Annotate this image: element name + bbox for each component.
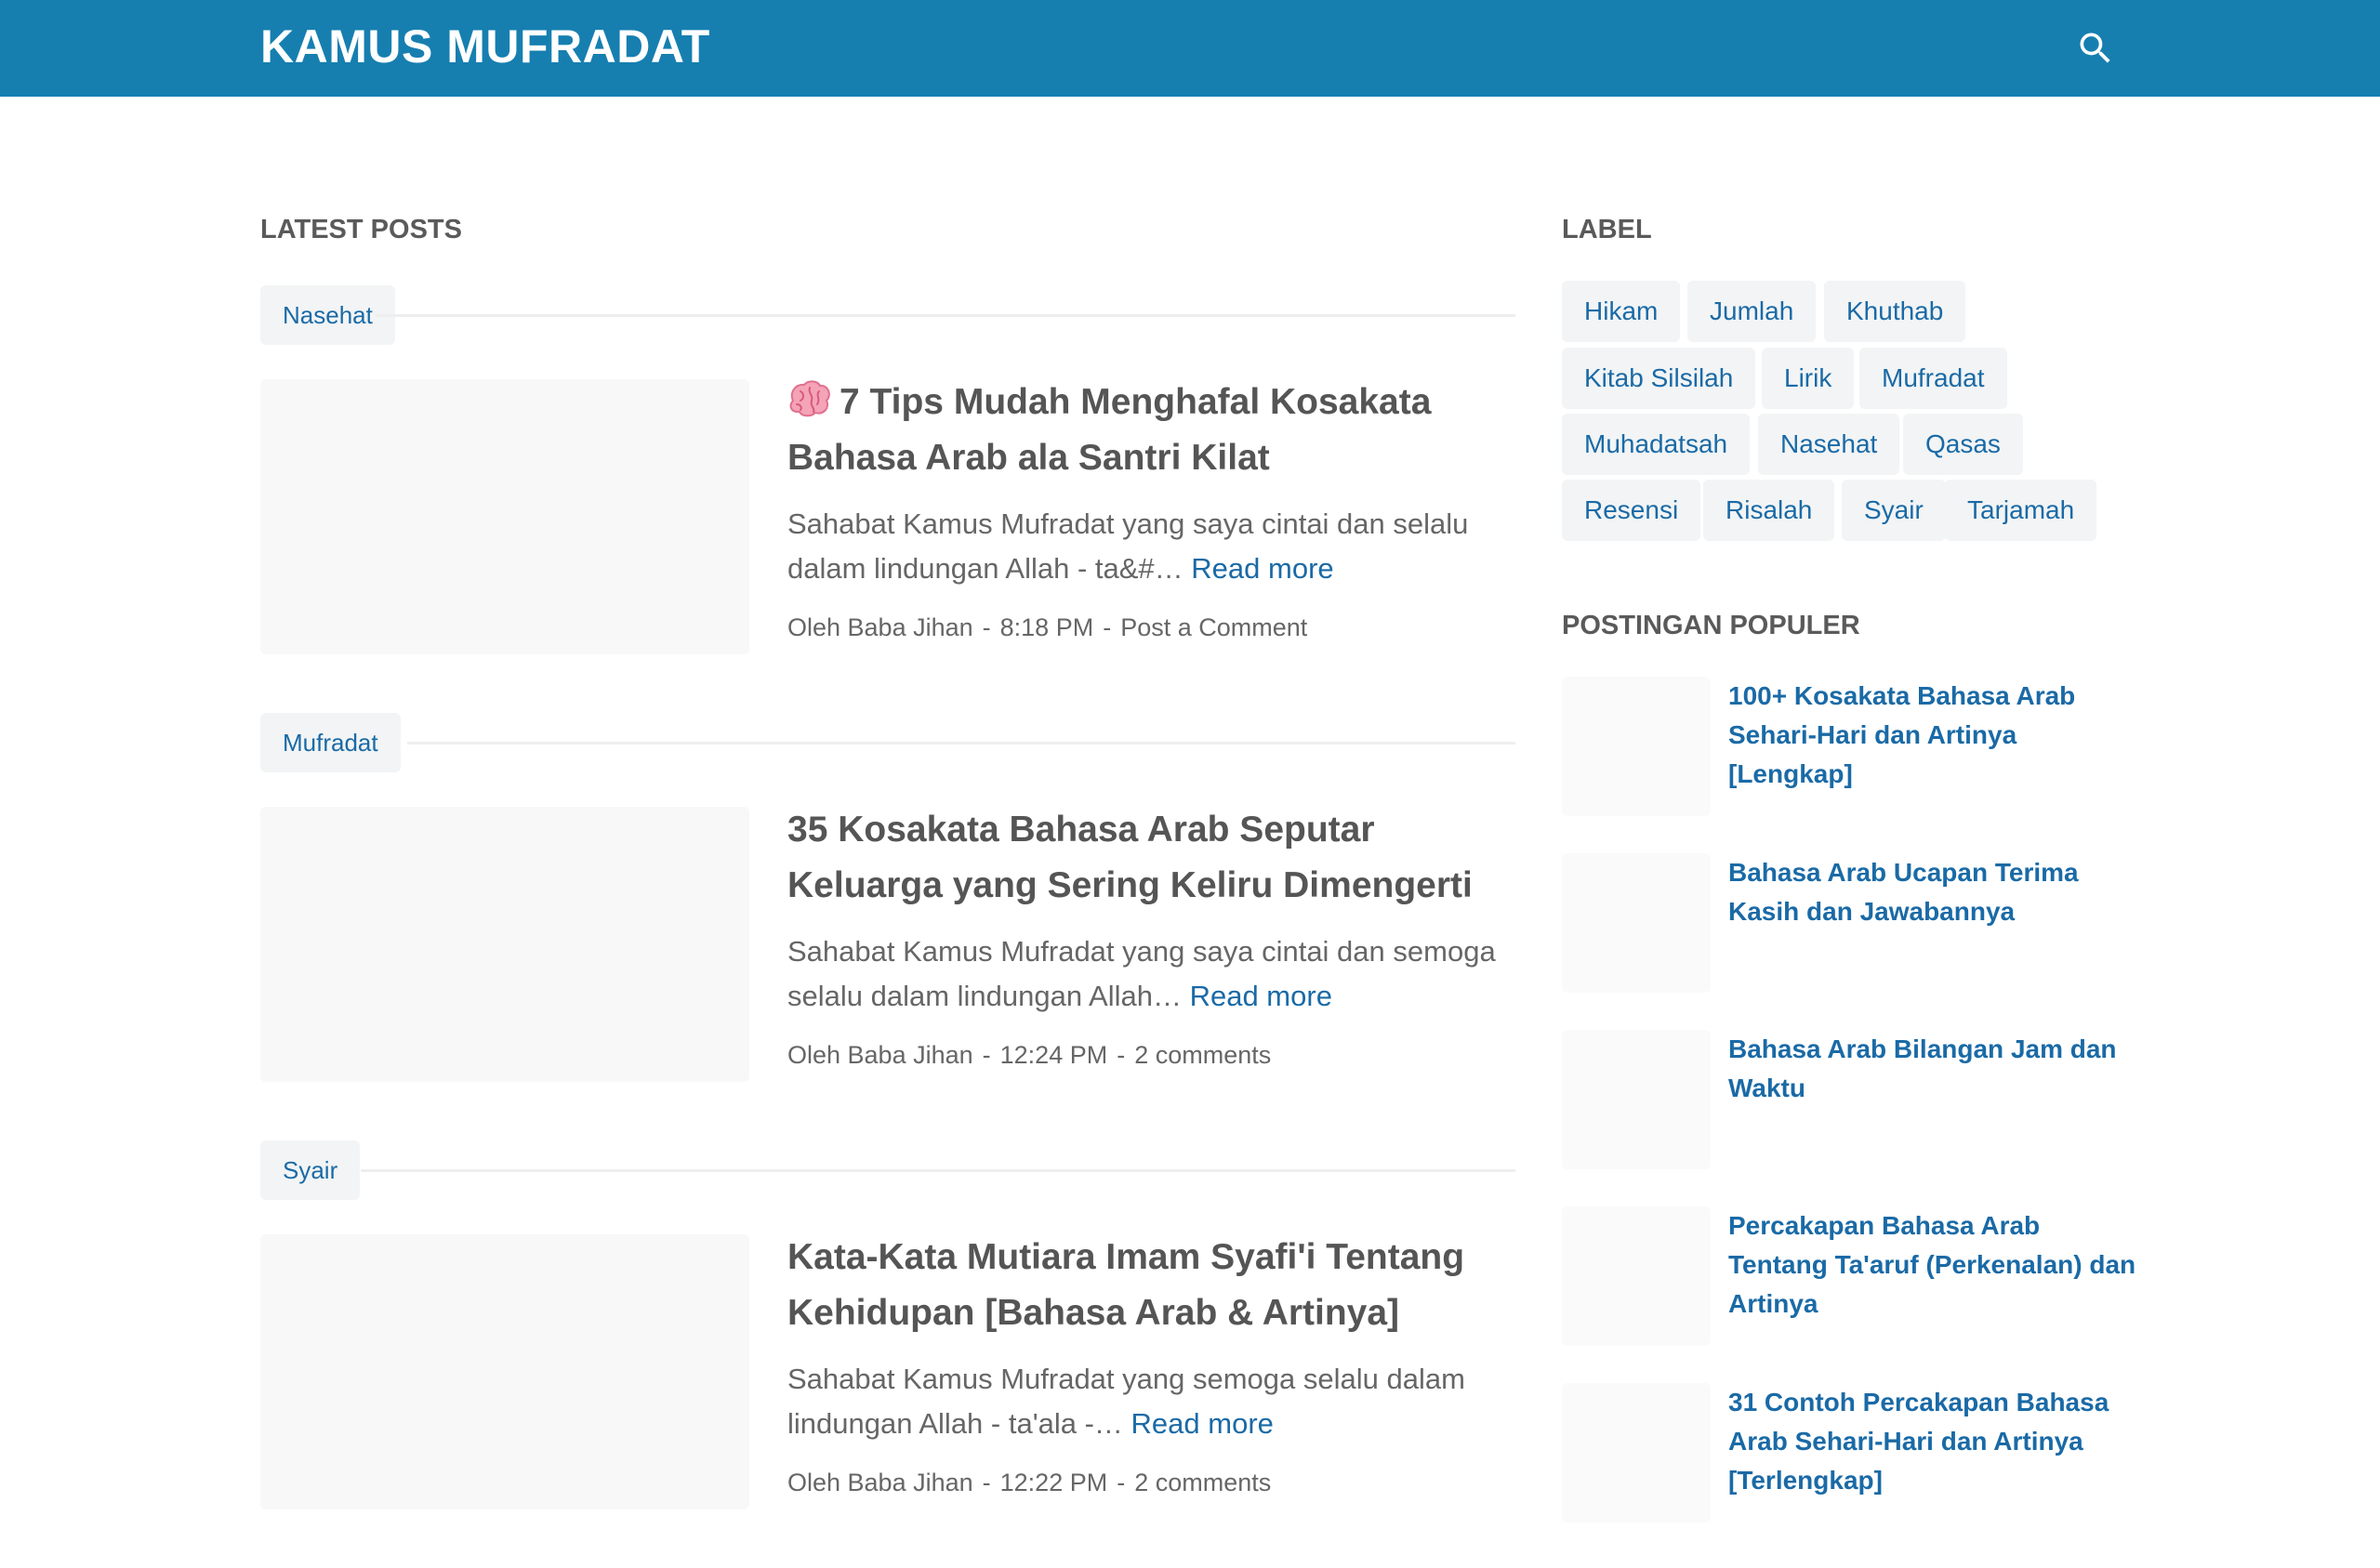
popular-post-item: 31 Contoh Percakapan Bahasa Arab Sehari-… — [1562, 1383, 2120, 1541]
post-snippet-text: Sahabat Kamus Mufradat yang saya cintai … — [787, 935, 1496, 1012]
post-title[interactable]: 7 Tips Mudah Menghafal Kosakata Bahasa A… — [787, 375, 1522, 486]
search-button[interactable] — [2075, 28, 2116, 69]
post-title-text[interactable]: 7 Tips Mudah Menghafal Kosakata Bahasa A… — [787, 382, 1431, 478]
post-meta: Oleh Baba Jihan -12:24 PM -2 comments — [787, 1036, 1522, 1074]
divider-line — [376, 314, 1515, 317]
label-tag-jumlah[interactable]: Jumlah — [1687, 281, 1817, 342]
label-tag-nasehat[interactable]: Nasehat — [1758, 414, 1900, 475]
popular-post-title[interactable]: Percakapan Bahasa Arab Tentang Ta'aruf (… — [1728, 1206, 2137, 1324]
post-comments-link[interactable]: Post a Comment — [1120, 613, 1307, 641]
label-tag-khuthab[interactable]: Khuthab — [1824, 281, 1966, 342]
popular-post-thumbnail[interactable] — [1562, 853, 1711, 993]
label-tag-risalah[interactable]: Risalah — [1703, 480, 1835, 541]
post-label-row: Nasehat — [260, 285, 1515, 345]
label-tag-qasas[interactable]: Qasas — [1903, 414, 2023, 475]
post-thumbnail[interactable] — [260, 1234, 749, 1509]
meta-separator: - — [982, 1469, 991, 1496]
post-thumbnail[interactable] — [260, 379, 749, 654]
post-label-mufradat[interactable]: Mufradat — [260, 713, 401, 772]
popular-post-thumbnail[interactable] — [1562, 1383, 1711, 1522]
post-title[interactable]: Kata-Kata Mutiara Imam Syafi'i Tentang K… — [787, 1230, 1522, 1341]
post-comments-link[interactable]: 2 comments — [1134, 1469, 1271, 1496]
post-label-row: Mufradat — [260, 713, 1515, 772]
post-label-row: Syair — [260, 1140, 1515, 1200]
popular-post-title[interactable]: 31 Contoh Percakapan Bahasa Arab Sehari-… — [1728, 1383, 2137, 1500]
label-tag-resensi[interactable]: Resensi — [1562, 480, 1701, 541]
label-tag-tarjamah[interactable]: Tarjamah — [1945, 480, 2097, 541]
post-title[interactable]: 35 Kosakata Bahasa Arab Seputar Keluarga… — [787, 802, 1522, 914]
post-thumbnail[interactable] — [260, 807, 749, 1082]
post-author[interactable]: Oleh Baba Jihan — [787, 1469, 973, 1496]
site-title[interactable]: KAMUS MUFRADAT — [260, 20, 710, 72]
post-time[interactable]: 12:24 PM — [1000, 1041, 1108, 1069]
label-tag-mufradat[interactable]: Mufradat — [1859, 348, 2007, 409]
popular-post-item: Percakapan Bahasa Arab Tentang Ta'aruf (… — [1562, 1206, 2135, 1364]
post-item: Mufradat 35 Kosakata Bahasa Arab Seputar… — [260, 713, 1515, 1140]
post-snippet: Sahabat Kamus Mufradat yang saya cintai … — [787, 502, 1522, 591]
divider-line — [361, 1169, 1515, 1172]
popular-post-item: Bahasa Arab Ucapan Terima Kasih dan Jawa… — [1562, 853, 2120, 1011]
post-meta: Oleh Baba Jihan -12:22 PM -2 comments — [787, 1464, 1522, 1501]
post-snippet-text: Sahabat Kamus Mufradat yang semoga selal… — [787, 1363, 1465, 1440]
post-snippet: Sahabat Kamus Mufradat yang saya cintai … — [787, 929, 1522, 1019]
popular-post-thumbnail[interactable] — [1562, 677, 1711, 816]
popular-post-item: 100+ Kosakata Bahasa Arab Sehari-Hari da… — [1562, 677, 2120, 835]
popular-post-item: Bahasa Arab Bilangan Jam dan Waktu — [1562, 1030, 2120, 1188]
read-more-link[interactable]: Read more — [1131, 1407, 1274, 1440]
meta-separator: - — [1117, 1041, 1126, 1069]
meta-separator: - — [982, 613, 991, 641]
post-comments-link[interactable]: 2 comments — [1134, 1041, 1271, 1069]
post-snippet-text: Sahabat Kamus Mufradat yang saya cintai … — [787, 507, 1469, 585]
meta-separator: - — [1103, 613, 1112, 641]
popular-post-title[interactable]: 100+ Kosakata Bahasa Arab Sehari-Hari da… — [1728, 677, 2137, 794]
post-item: Syair Kata-Kata Mutiara Imam Syafi'i Ten… — [260, 1140, 1515, 1568]
label-tag-lirik[interactable]: Lirik — [1762, 348, 1855, 409]
top-header-bar: KAMUS MUFRADAT — [0, 0, 2380, 97]
latest-posts-heading: LATEST POSTS — [260, 215, 462, 244]
label-tag-syair[interactable]: Syair — [1842, 480, 1946, 541]
post-time[interactable]: 12:22 PM — [1000, 1469, 1108, 1496]
popular-post-title[interactable]: Bahasa Arab Bilangan Jam dan Waktu — [1728, 1030, 2137, 1108]
label-widget-heading: LABEL — [1562, 215, 1652, 244]
divider-line — [407, 742, 1515, 744]
label-tag-muhadatsah[interactable]: Muhadatsah — [1562, 414, 1751, 475]
read-more-link[interactable]: Read more — [1191, 552, 1333, 585]
post-label-syair[interactable]: Syair — [260, 1140, 361, 1200]
popular-post-title[interactable]: Bahasa Arab Ucapan Terima Kasih dan Jawa… — [1728, 853, 2137, 931]
post-author[interactable]: Oleh Baba Jihan — [787, 613, 973, 641]
meta-separator: - — [1117, 1469, 1126, 1496]
brain-emoji-icon — [789, 380, 830, 417]
label-tag-kitab-silsilah[interactable]: Kitab Silsilah — [1562, 348, 1756, 409]
label-tag-hikam[interactable]: Hikam — [1562, 281, 1681, 342]
post-item: Nasehat 7 Tips Mudah Menghafal Kosakata … — [260, 285, 1515, 713]
read-more-link[interactable]: Read more — [1190, 980, 1332, 1012]
popular-posts-heading: POSTINGAN POPULER — [1562, 611, 1860, 640]
meta-separator: - — [982, 1041, 991, 1069]
popular-post-thumbnail[interactable] — [1562, 1030, 1711, 1169]
post-time[interactable]: 8:18 PM — [1000, 613, 1094, 641]
post-snippet: Sahabat Kamus Mufradat yang semoga selal… — [787, 1357, 1522, 1446]
popular-post-thumbnail[interactable] — [1562, 1206, 1711, 1346]
post-meta: Oleh Baba Jihan -8:18 PM - Post a Comment — [787, 609, 1522, 646]
post-author[interactable]: Oleh Baba Jihan — [787, 1041, 973, 1069]
search-icon — [2080, 33, 2110, 63]
